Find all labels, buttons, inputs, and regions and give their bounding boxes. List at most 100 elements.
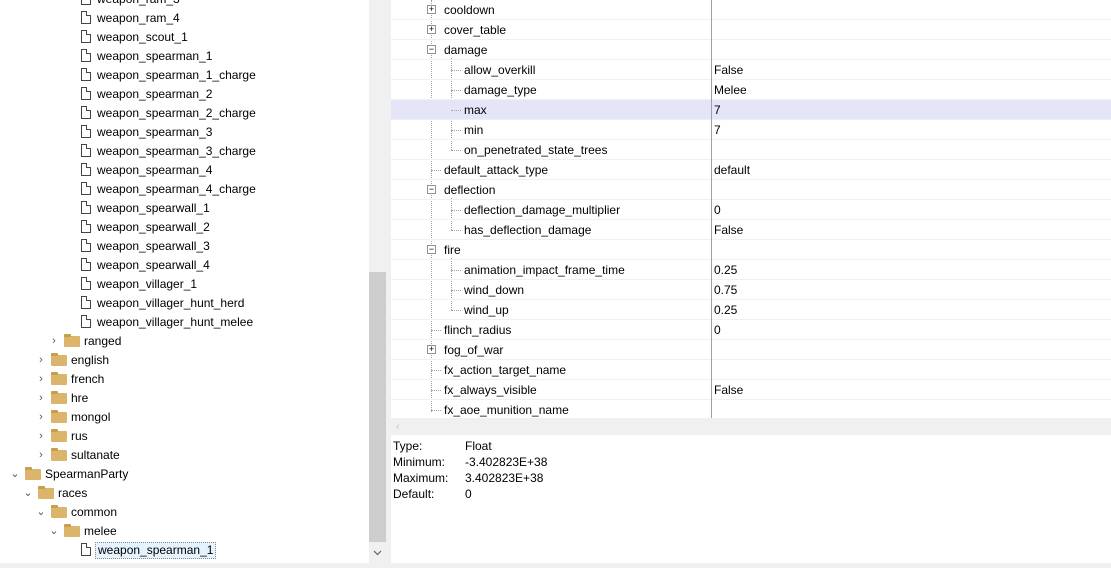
tree-folder-rus[interactable]: › rus <box>0 427 369 446</box>
grid-row-fx-aoe-munition-name[interactable]: fx_aoe_munition_name <box>391 400 1111 420</box>
tree-file-item[interactable]: weapon_spearwall_2 <box>0 218 369 237</box>
property-value[interactable]: default <box>714 160 750 180</box>
grid-row-on-penetrated-state-trees[interactable]: on_penetrated_state_trees <box>391 140 1111 160</box>
tree-file-item[interactable]: weapon_ram_3 <box>0 0 369 9</box>
tree-connector <box>451 210 461 211</box>
grid-row-has-deflection-damage[interactable]: has_deflection_damage False <box>391 220 1111 240</box>
property-value[interactable]: 0.75 <box>714 280 737 300</box>
property-grid[interactable]: + cooldown + cover_table − damage allow_… <box>391 0 1111 420</box>
column-divider[interactable] <box>711 0 712 418</box>
tree-folder-english[interactable]: › english <box>0 351 369 370</box>
grid-row-min[interactable]: min 7 <box>391 120 1111 140</box>
chevron-right-icon[interactable]: › <box>35 370 47 389</box>
tree-folder-races[interactable]: ⌄ races <box>0 484 369 503</box>
grid-row-max[interactable]: max 7 <box>391 100 1111 120</box>
collapse-minus-icon[interactable]: − <box>427 45 436 54</box>
grid-row-default-attack-type[interactable]: default_attack_type default <box>391 160 1111 180</box>
property-value[interactable]: 0 <box>714 320 721 340</box>
grid-row-wind-up[interactable]: wind_up 0.25 <box>391 300 1111 320</box>
grid-row-animation-impact-frame-time[interactable]: animation_impact_frame_time 0.25 <box>391 260 1111 280</box>
grid-row-deflection[interactable]: − deflection <box>391 180 1111 200</box>
tree-file-item[interactable]: weapon_spearman_3_charge <box>0 142 369 161</box>
expand-plus-icon[interactable]: + <box>427 25 436 34</box>
tree-file-item[interactable]: weapon_spearman_1 <box>0 47 369 66</box>
tree-file-label: weapon_spearman_1 <box>97 49 213 63</box>
tree-folder-mongol[interactable]: › mongol <box>0 408 369 427</box>
collapse-minus-icon[interactable]: − <box>427 185 436 194</box>
tree-file-item[interactable]: weapon_spearman_2_charge <box>0 104 369 123</box>
tree-file-item-selected[interactable]: weapon_spearman_1 <box>0 541 369 560</box>
property-value[interactable]: Melee <box>714 80 747 100</box>
chevron-right-icon[interactable]: › <box>35 408 47 427</box>
chevron-down-icon[interactable]: ⌄ <box>48 522 60 541</box>
chevron-right-icon[interactable]: › <box>35 427 47 446</box>
grid-row-fog-of-war[interactable]: + fog_of_war <box>391 340 1111 360</box>
tree-file-item[interactable]: weapon_spearman_3 <box>0 123 369 142</box>
tree-file-item[interactable]: weapon_scout_1 <box>0 28 369 47</box>
tree-file-item[interactable]: weapon_villager_hunt_herd <box>0 294 369 313</box>
tree-folder-sultanate[interactable]: › sultanate <box>0 446 369 465</box>
tree-scrollbar[interactable] <box>369 0 386 563</box>
tree-file-item[interactable]: weapon_spearwall_4 <box>0 256 369 275</box>
property-name: default_attack_type <box>444 163 549 177</box>
tree-file-item[interactable]: weapon_spearman_4 <box>0 161 369 180</box>
grid-row-cooldown[interactable]: + cooldown <box>391 0 1111 20</box>
tree-folder-french[interactable]: › french <box>0 370 369 389</box>
grid-row-damage-type[interactable]: damage_type Melee <box>391 80 1111 100</box>
scroll-down-icon[interactable] <box>373 548 382 557</box>
chevron-right-icon[interactable]: › <box>35 351 47 370</box>
folder-icon <box>51 353 67 366</box>
tree-file-item[interactable]: weapon_villager_1 <box>0 275 369 294</box>
grid-row-damage[interactable]: − damage <box>391 40 1111 60</box>
grid-row-fire[interactable]: − fire <box>391 240 1111 260</box>
tree-file-item[interactable]: weapon_spearwall_3 <box>0 237 369 256</box>
property-value[interactable]: 7 <box>714 120 721 140</box>
tree-file-item[interactable]: weapon_ram_4 <box>0 9 369 28</box>
tree-folder-melee[interactable]: ⌄ melee <box>0 522 369 541</box>
scrollbar-thumb[interactable] <box>369 272 386 542</box>
file-tree[interactable]: weapon_ram_3 weapon_ram_4 weapon_scout_1… <box>0 0 369 563</box>
grid-horizontal-scrollbar[interactable]: ‹ <box>391 418 1111 435</box>
grid-row-cover-table[interactable]: + cover_table <box>391 20 1111 40</box>
file-icon <box>81 277 91 290</box>
tree-folder-label: common <box>71 505 118 519</box>
grid-row-fx-always-visible[interactable]: fx_always_visible False <box>391 380 1111 400</box>
chevron-right-icon[interactable]: › <box>35 446 47 465</box>
tree-folder-common[interactable]: ⌄ common <box>0 503 369 522</box>
file-icon <box>81 315 91 328</box>
info-value: -3.402823E+38 <box>465 455 548 469</box>
chevron-right-icon[interactable]: › <box>35 389 47 408</box>
file-icon <box>81 68 91 81</box>
chevron-right-icon[interactable]: › <box>48 332 60 351</box>
tree-folder-ranged[interactable]: › ranged <box>0 332 369 351</box>
property-value[interactable]: 7 <box>714 100 721 120</box>
property-value[interactable]: 0.25 <box>714 260 737 280</box>
property-value[interactable]: 0 <box>714 200 721 220</box>
chevron-down-icon[interactable]: ⌄ <box>9 465 21 484</box>
grid-row-flinch-radius[interactable]: flinch_radius 0 <box>391 320 1111 340</box>
property-value[interactable]: False <box>714 60 743 80</box>
tree-folder-spearmanparty[interactable]: ⌄ SpearmanParty <box>0 465 369 484</box>
grid-row-allow-overkill[interactable]: allow_overkill False <box>391 60 1111 80</box>
tree-file-item[interactable]: weapon_villager_hunt_melee <box>0 313 369 332</box>
folder-icon <box>51 448 67 461</box>
tree-folder-hre[interactable]: › hre <box>0 389 369 408</box>
property-value[interactable]: False <box>714 380 743 400</box>
grid-row-fx-action-target-name[interactable]: fx_action_target_name <box>391 360 1111 380</box>
tree-file-item[interactable]: weapon_spearwall_1 <box>0 199 369 218</box>
chevron-down-icon[interactable]: ⌄ <box>35 503 47 522</box>
property-value[interactable]: False <box>714 220 743 240</box>
chevron-down-icon[interactable]: ⌄ <box>22 484 34 503</box>
property-value[interactable]: 0.25 <box>714 300 737 320</box>
tree-file-label: weapon_spearman_3 <box>97 125 213 139</box>
tree-file-item[interactable]: weapon_spearman_1_charge <box>0 66 369 85</box>
grid-row-deflection-damage-multiplier[interactable]: deflection_damage_multiplier 0 <box>391 200 1111 220</box>
tree-file-item[interactable]: weapon_spearman_4_charge <box>0 180 369 199</box>
grid-row-wind-down[interactable]: wind_down 0.75 <box>391 280 1111 300</box>
property-name: fx_action_target_name <box>444 363 567 377</box>
expand-plus-icon[interactable]: + <box>427 345 436 354</box>
expand-plus-icon[interactable]: + <box>427 5 436 14</box>
scroll-left-icon[interactable]: ‹ <box>396 421 400 433</box>
tree-file-item[interactable]: weapon_spearman_2 <box>0 85 369 104</box>
collapse-minus-icon[interactable]: − <box>427 245 436 254</box>
